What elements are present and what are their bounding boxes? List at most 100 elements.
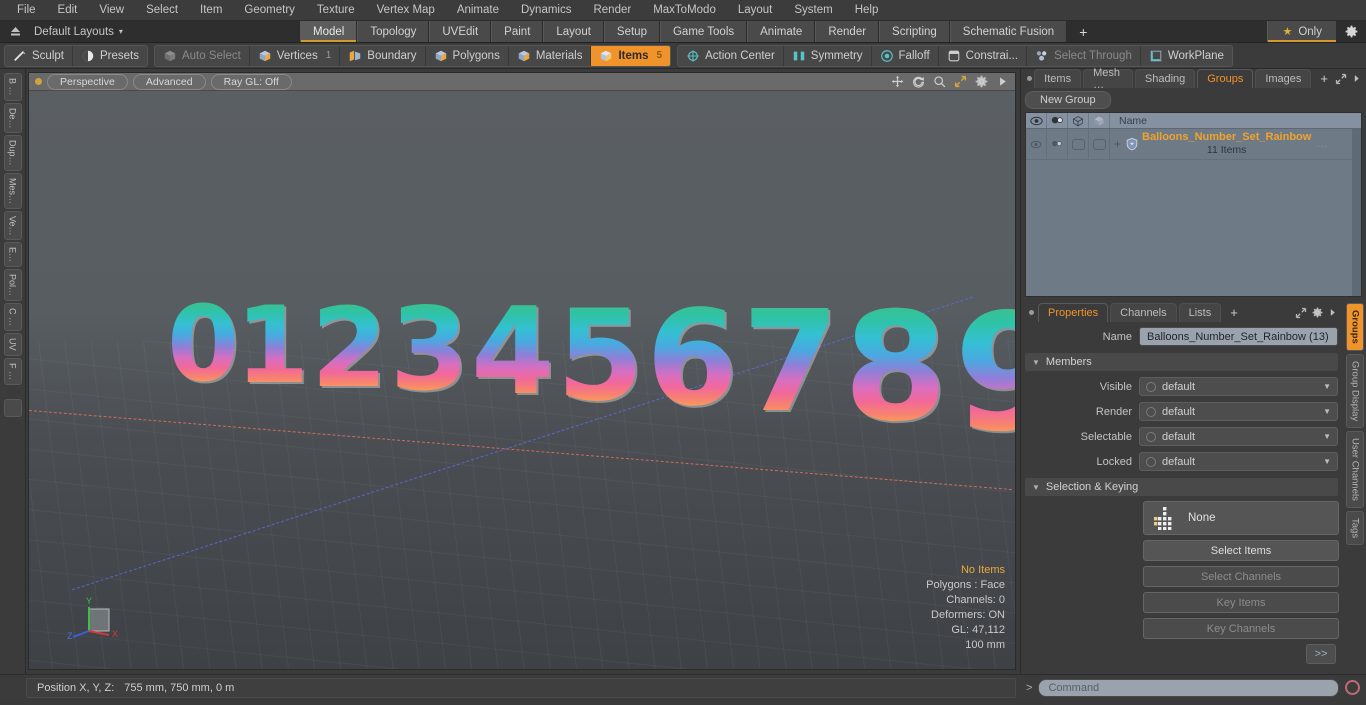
render-radio-icon[interactable] bbox=[1146, 406, 1156, 417]
row-eye-toggle[interactable] bbox=[1026, 129, 1047, 159]
tab-groups[interactable]: Groups bbox=[1197, 69, 1254, 88]
menu-item-geometry[interactable]: Geometry bbox=[233, 2, 306, 18]
zoom-icon[interactable] bbox=[933, 75, 946, 88]
layout-tab-game-tools[interactable]: Game Tools bbox=[659, 21, 748, 42]
menu-item-view[interactable]: View bbox=[88, 2, 135, 18]
menu-item-edit[interactable]: Edit bbox=[47, 2, 89, 18]
tab-lists[interactable]: Lists bbox=[1178, 303, 1222, 322]
add-layout-tab-button[interactable]: + bbox=[1067, 21, 1100, 42]
add-properties-tab-button[interactable]: + bbox=[1223, 303, 1245, 322]
layout-tab-layout[interactable]: Layout bbox=[543, 21, 604, 42]
selection-keying-section-header[interactable]: ▼ Selection & Keying bbox=[1025, 478, 1338, 496]
selectable-radio-icon[interactable] bbox=[1146, 431, 1156, 442]
expander-icon[interactable]: + bbox=[1114, 137, 1121, 151]
layout-tab-paint[interactable]: Paint bbox=[491, 21, 544, 42]
layout-tab-scripting[interactable]: Scripting bbox=[879, 21, 950, 42]
viewport-3d[interactable]: Perspective Advanced Ray GL: Off 0 1 2 3… bbox=[28, 72, 1016, 670]
properties-menu-icon[interactable] bbox=[1024, 303, 1038, 322]
column-render-icon[interactable] bbox=[1047, 113, 1068, 128]
items-button[interactable]: Items 5 bbox=[591, 45, 671, 66]
workplane-button[interactable]: WorkPlane bbox=[1140, 45, 1232, 66]
balloon-digit-8[interactable]: 8 bbox=[843, 293, 947, 443]
layout-tab-setup[interactable]: Setup bbox=[603, 21, 660, 42]
layout-tab-schematic-fusion[interactable]: Schematic Fusion bbox=[949, 21, 1068, 42]
sculpt-button[interactable]: Sculpt bbox=[5, 45, 73, 66]
left-rail-tab-3[interactable]: Mes… bbox=[3, 172, 22, 209]
balloon-digit-2[interactable]: 2 bbox=[311, 293, 388, 403]
balloon-digit-5[interactable]: 5 bbox=[557, 293, 645, 419]
balloon-digit-7[interactable]: 7 bbox=[742, 293, 839, 433]
command-record-icon[interactable] bbox=[1345, 680, 1360, 695]
vertices-button[interactable]: Vertices 1 bbox=[249, 45, 341, 66]
left-rail-collapse-button[interactable] bbox=[3, 398, 22, 417]
viewport-shading-button[interactable]: Advanced bbox=[132, 73, 206, 90]
balloon-digit-6[interactable]: 6 bbox=[646, 293, 738, 425]
visible-radio-icon[interactable] bbox=[1146, 381, 1156, 392]
left-rail-tab-7[interactable]: C … bbox=[3, 303, 22, 332]
side-tab-group-display[interactable]: Group Display bbox=[1346, 353, 1364, 428]
presets-button[interactable]: Presets bbox=[72, 45, 147, 66]
expand-icon[interactable] bbox=[1295, 307, 1307, 319]
balloon-digit-0[interactable]: 0 bbox=[167, 292, 239, 396]
menu-item-maxtomodo[interactable]: MaxToModo bbox=[642, 2, 727, 18]
tab-images[interactable]: Images bbox=[1255, 69, 1312, 88]
menu-item-vertex-map[interactable]: Vertex Map bbox=[366, 2, 446, 18]
column-cube-solid-icon[interactable] bbox=[1089, 113, 1110, 128]
tab-shading[interactable]: Shading bbox=[1134, 69, 1196, 88]
group-list-item[interactable]: + Balloons_Number_Set_Rainbow 11 Items … bbox=[1110, 129, 1361, 159]
falloff-button[interactable]: Falloff bbox=[871, 45, 939, 66]
tab-items[interactable]: Items bbox=[1034, 69, 1082, 88]
menu-item-animate[interactable]: Animate bbox=[446, 2, 510, 18]
render-dropdown[interactable]: default ▼ bbox=[1139, 402, 1338, 421]
constraint-button[interactable]: Constrai... bbox=[938, 45, 1028, 66]
group-list-scrollbar[interactable] bbox=[1352, 129, 1361, 296]
left-rail-tab-2[interactable]: Dup… bbox=[3, 135, 22, 171]
gear-icon[interactable] bbox=[975, 75, 988, 88]
menu-item-texture[interactable]: Texture bbox=[306, 2, 366, 18]
tab-mesh[interactable]: Mesh … bbox=[1083, 67, 1133, 91]
column-eye-icon[interactable] bbox=[1026, 113, 1047, 128]
add-panel-tab-button[interactable]: + bbox=[1313, 69, 1335, 88]
layout-tab-animate[interactable]: Animate bbox=[747, 21, 816, 42]
group-list[interactable]: Name + Balloons_Number_Set_Rainbow 11 It… bbox=[1025, 112, 1362, 297]
panel-menu-icon[interactable] bbox=[1024, 69, 1034, 88]
balloon-digit-1[interactable]: 1 bbox=[235, 293, 309, 399]
menu-item-file[interactable]: File bbox=[6, 2, 47, 18]
members-section-header[interactable]: ▼ Members bbox=[1025, 353, 1338, 371]
balloon-digit-3[interactable]: 3 bbox=[390, 292, 469, 406]
name-input[interactable]: Balloons_Number_Set_Rainbow (13) bbox=[1139, 327, 1338, 346]
side-tab-tags[interactable]: Tags bbox=[1346, 510, 1364, 545]
only-toggle-button[interactable]: ★ Only bbox=[1267, 21, 1336, 42]
move-icon[interactable] bbox=[891, 75, 904, 88]
symmetry-button[interactable]: Symmetry bbox=[783, 45, 872, 66]
materials-button[interactable]: Materials bbox=[508, 45, 592, 66]
collapse-arrow-icon[interactable] bbox=[4, 22, 26, 42]
selectable-dropdown[interactable]: default ▼ bbox=[1139, 427, 1338, 446]
select-items-button[interactable]: Select Items bbox=[1143, 540, 1339, 561]
menu-item-layout[interactable]: Layout bbox=[727, 2, 784, 18]
fit-icon[interactable] bbox=[954, 75, 967, 88]
new-group-button[interactable]: New Group bbox=[1025, 91, 1111, 109]
command-input[interactable]: Command bbox=[1038, 678, 1339, 697]
side-tab-user-channels[interactable]: User Channels bbox=[1346, 430, 1364, 508]
tab-properties[interactable]: Properties bbox=[1038, 303, 1109, 322]
viewport-view-mode-button[interactable]: Perspective bbox=[47, 73, 128, 90]
auto-select-button[interactable]: Auto Select bbox=[154, 45, 250, 66]
left-rail-tab-6[interactable]: Pol… bbox=[3, 269, 22, 302]
chevron-right-icon[interactable] bbox=[1352, 74, 1361, 83]
layout-tab-model[interactable]: Model bbox=[300, 21, 358, 42]
menu-item-system[interactable]: System bbox=[783, 2, 843, 18]
layout-tab-render[interactable]: Render bbox=[815, 21, 880, 42]
menu-item-dynamics[interactable]: Dynamics bbox=[510, 2, 582, 18]
left-rail-tab-1[interactable]: De… bbox=[3, 102, 22, 134]
layout-name[interactable]: Default Layouts ▾ bbox=[26, 26, 131, 38]
visible-dropdown[interactable]: default ▼ bbox=[1139, 377, 1338, 396]
boundary-button[interactable]: Boundary bbox=[340, 45, 426, 66]
layout-settings-button[interactable] bbox=[1336, 21, 1366, 42]
menu-item-item[interactable]: Item bbox=[189, 2, 233, 18]
balloon-digit-9[interactable]: 9 bbox=[954, 293, 1015, 455]
left-rail-tab-0[interactable]: B … bbox=[3, 73, 22, 101]
menu-item-help[interactable]: Help bbox=[844, 2, 890, 18]
tab-channels[interactable]: Channels bbox=[1110, 303, 1177, 322]
locked-radio-icon[interactable] bbox=[1146, 456, 1156, 467]
